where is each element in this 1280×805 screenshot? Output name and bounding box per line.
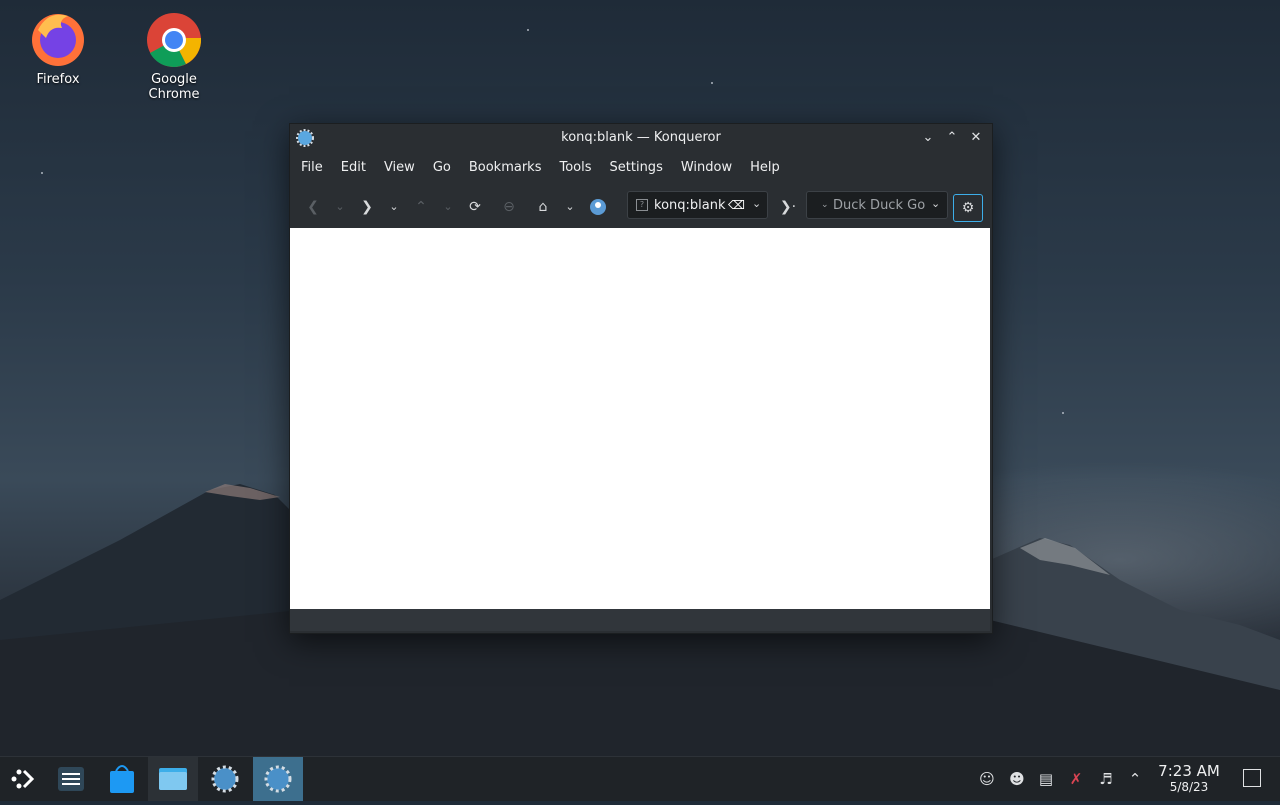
star [41, 172, 43, 174]
taskbar-dolphin[interactable] [148, 757, 198, 801]
clear-text-icon[interactable]: ⌫ [728, 197, 745, 213]
location-bar[interactable]: ? konq:blank ⌫ ⌄ [627, 191, 768, 219]
chrome-icon [144, 8, 204, 68]
folder-icon [159, 768, 187, 790]
home-dropdown-icon[interactable]: ⌄ [562, 195, 578, 219]
window-title: konq:blank — Konqueror [561, 130, 721, 145]
menu-tools[interactable]: Tools [550, 152, 600, 184]
home-icon[interactable]: ⌂ [533, 195, 553, 219]
menu-edit[interactable]: Edit [332, 152, 375, 184]
search-bar[interactable]: ⌄ Duck Duck Go ⌄ [806, 191, 948, 219]
forward-history-dropdown-icon[interactable]: ⌄ [386, 195, 402, 219]
menu-help[interactable]: Help [741, 152, 789, 184]
user-switcher-icon[interactable]: ☻ [1007, 769, 1027, 789]
digital-clock[interactable]: 7:23 AM 5/8/23 [1152, 762, 1226, 795]
menu-bar: File Edit View Go Bookmarks Tools Settin… [290, 152, 992, 184]
konqueror-icon [211, 765, 239, 793]
taskbar: ☺ ☻ ▤ ✗ ♬ ⌃ 7:23 AM 5/8/23 [0, 756, 1280, 801]
shopping-bag-icon [110, 765, 134, 793]
show-hidden-icons-icon[interactable]: ⌃ [1125, 769, 1145, 789]
taskbar-discover[interactable] [97, 757, 147, 801]
application-launcher-button[interactable] [0, 757, 50, 801]
star [711, 82, 713, 84]
url-dropdown-icon[interactable]: ⌄ [752, 197, 766, 213]
up-dropdown-icon[interactable]: ⌄ [440, 195, 456, 219]
star [527, 29, 529, 31]
desktop-icon-google-chrome[interactable]: Google Chrome [124, 8, 224, 102]
microphone-muted-icon[interactable]: ✗ [1066, 769, 1086, 789]
desktop-icon-label: Firefox [36, 72, 80, 87]
page-icon: ? [636, 199, 648, 211]
close-icon[interactable]: ✕ [966, 128, 986, 148]
search-placeholder: Duck Duck Go [833, 198, 926, 213]
show-desktop-icon[interactable] [1243, 769, 1261, 787]
clock-date: 5/8/23 [1169, 780, 1209, 794]
desktop-icon-label: Google Chrome [148, 72, 200, 102]
url-text[interactable]: konq:blank [654, 198, 726, 213]
konqueror-icon [264, 765, 292, 793]
maximize-icon[interactable]: ⌃ [942, 128, 962, 148]
volume-icon[interactable]: ♬ [1096, 769, 1116, 789]
go-url-icon[interactable]: ❯· [778, 195, 798, 219]
clock-time: 7:23 AM [1158, 762, 1220, 780]
user-agent-icon[interactable] [588, 195, 608, 219]
taskbar-konqueror-window[interactable] [253, 757, 303, 801]
menu-go[interactable]: Go [424, 152, 460, 184]
user-icon[interactable]: ☺ [977, 769, 997, 789]
launcher-icon [11, 769, 35, 789]
taskbar-konqueror-launcher[interactable] [200, 757, 250, 801]
settings-sliders-icon [58, 767, 84, 791]
desktop-icon-firefox[interactable]: Firefox [8, 8, 108, 87]
status-bar [290, 609, 990, 631]
reload-icon[interactable]: ⟳ [465, 195, 485, 219]
clipboard-icon[interactable]: ▤ [1036, 769, 1056, 789]
web-view[interactable] [290, 228, 990, 609]
stop-icon[interactable]: ⊖ [499, 195, 519, 219]
search-dropdown-icon[interactable]: ⌄ [931, 197, 945, 213]
up-icon[interactable]: ⌃ [412, 195, 430, 219]
back-icon[interactable]: ❮ [304, 195, 322, 219]
menu-view[interactable]: View [375, 152, 424, 184]
forward-icon[interactable]: ❯ [358, 195, 376, 219]
menu-settings[interactable]: Settings [601, 152, 672, 184]
back-history-dropdown-icon[interactable]: ⌄ [332, 195, 348, 219]
firefox-icon [28, 8, 88, 68]
search-provider-icon[interactable]: ⌄ [821, 200, 829, 210]
taskbar-system-settings[interactable] [46, 757, 96, 801]
konqueror-window: konq:blank — Konqueror ⌄ ⌃ ✕ File Edit V… [289, 123, 993, 634]
gear-icon[interactable]: ⚙ [953, 194, 983, 222]
star [1062, 412, 1064, 414]
minimize-icon[interactable]: ⌄ [918, 128, 938, 148]
menu-window[interactable]: Window [672, 152, 741, 184]
menu-bookmarks[interactable]: Bookmarks [460, 152, 551, 184]
menu-file[interactable]: File [292, 152, 332, 184]
title-bar[interactable]: konq:blank — Konqueror ⌄ ⌃ ✕ [290, 124, 992, 152]
